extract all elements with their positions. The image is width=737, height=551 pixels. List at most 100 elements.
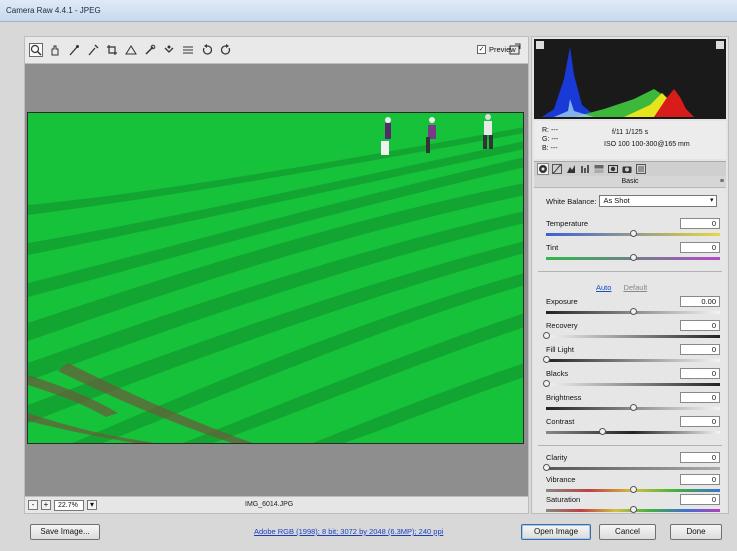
slider-value[interactable]: 0 [680, 368, 720, 379]
zoom-in-button[interactable]: + [41, 500, 51, 510]
straighten-icon[interactable] [124, 43, 138, 57]
window-title: Camera Raw 4.4.1 - JPEG [6, 6, 101, 15]
white-balance-select[interactable]: As Shot ▾ [599, 195, 718, 207]
white-balance-row: White Balance: As Shot ▾ [546, 195, 718, 207]
slider-label: Blacks [546, 369, 569, 378]
detail-tab-icon[interactable] [566, 164, 576, 174]
slider-thumb[interactable] [543, 332, 550, 339]
tone-curve-tab-icon[interactable] [552, 164, 562, 174]
slider-thumb[interactable] [630, 230, 637, 237]
crop-icon[interactable] [105, 43, 119, 57]
white-balance-value: As Shot [603, 196, 630, 205]
rotate-ccw-icon[interactable] [200, 43, 214, 57]
exposure-slider[interactable]: Exposure 0.00 [546, 296, 720, 319]
slider-value[interactable]: 0 [680, 474, 720, 485]
zoom-icon[interactable] [29, 43, 43, 57]
slider-label: Temperature [546, 219, 589, 228]
zoom-dropdown-icon[interactable]: ▾ [87, 500, 97, 510]
slider-label: Brightness [546, 393, 582, 402]
slider-thumb[interactable] [543, 380, 550, 387]
photo-preview[interactable] [27, 112, 524, 444]
lens-corrections-tab-icon[interactable] [608, 164, 618, 174]
slider-value[interactable]: 0 [680, 242, 720, 253]
slider-thumb[interactable] [543, 464, 550, 471]
window-title-bar: Camera Raw 4.4.1 - JPEG [0, 0, 737, 22]
open-image-button[interactable]: Open Image [521, 524, 591, 540]
tint-slider[interactable]: Tint 0 [546, 242, 720, 265]
temperature-slider[interactable]: Temperature 0 [546, 218, 720, 241]
slider-value[interactable]: 0 [680, 392, 720, 403]
clarity-slider[interactable]: Clarity 0 [543, 452, 720, 475]
slider-thumb[interactable] [630, 486, 637, 493]
slider-thumb[interactable] [598, 428, 606, 435]
slider-track[interactable] [546, 431, 720, 434]
slider-thumb[interactable] [630, 254, 637, 261]
panel-tabs [534, 161, 726, 176]
slider-thumb[interactable] [630, 506, 637, 513]
slider-value[interactable]: 0 [680, 344, 720, 355]
preview-checkbox[interactable]: ✓ [477, 45, 486, 54]
save-image-button[interactable]: Save Image... [30, 524, 100, 540]
section-divider [538, 271, 722, 272]
split-toning-tab-icon[interactable] [594, 164, 604, 174]
white-balance-icon[interactable] [67, 43, 81, 57]
hsl-tab-icon[interactable] [580, 164, 590, 174]
workflow-options-link[interactable]: Adobe RGB (1998); 8 bit; 3072 by 2048 (6… [254, 527, 443, 536]
readout-b: B: --- [542, 145, 558, 152]
slider-track[interactable] [546, 359, 720, 362]
panel-menu-icon[interactable]: ≡ [720, 178, 724, 186]
zoom-level-field[interactable]: 22.7% [54, 499, 84, 511]
section-title: Basic ≡ [534, 176, 726, 188]
recovery-slider[interactable]: Recovery 0 [543, 320, 720, 343]
slider-thumb[interactable] [630, 404, 637, 411]
cancel-button[interactable]: Cancel [599, 524, 656, 540]
slider-thumb[interactable] [543, 356, 550, 363]
slider-label: Vibrance [546, 475, 576, 484]
zoom-status-bar: - + 22.7% ▾ IMG_6014.JPG [24, 496, 529, 514]
slider-value[interactable]: 0 [680, 416, 720, 427]
red-eye-icon[interactable] [162, 43, 176, 57]
brightness-slider[interactable]: Brightness 0 [546, 392, 720, 415]
histogram [534, 39, 726, 119]
retouch-icon[interactable] [143, 43, 157, 57]
slider-label: Recovery [546, 321, 578, 330]
slider-label: Tint [546, 243, 559, 252]
slider-track[interactable] [546, 383, 720, 386]
slider-value[interactable]: 0.00 [680, 296, 720, 307]
presets-tab-icon[interactable] [636, 164, 646, 174]
color-sampler-icon[interactable] [86, 43, 100, 57]
section-divider [538, 445, 722, 446]
fullscreen-icon[interactable] [508, 43, 522, 57]
basic-panel: White Balance: As Shot ▾ Temperature 0 T… [534, 189, 726, 513]
image-canvas [24, 64, 529, 496]
shadow-clipping-button[interactable] [536, 41, 544, 49]
slider-value[interactable]: 0 [680, 320, 720, 331]
default-link[interactable]: Default [623, 283, 647, 292]
basic-tab-icon[interactable] [537, 163, 549, 175]
slider-value[interactable]: 0 [680, 218, 720, 229]
preferences-icon[interactable] [181, 43, 195, 57]
saturation-slider[interactable]: Saturation 0 [546, 494, 720, 517]
contrast-slider[interactable]: Contrast 0 [546, 416, 720, 439]
slider-label: Exposure [546, 297, 578, 306]
done-button[interactable]: Done [670, 524, 722, 540]
slider-label: Fill Light [546, 345, 574, 354]
zoom-out-button[interactable]: - [28, 500, 38, 510]
fill-light-slider[interactable]: Fill Light 0 [543, 344, 720, 367]
white-balance-label: White Balance: [546, 196, 597, 206]
highlight-clipping-button[interactable] [716, 41, 724, 49]
toolbar: ✓ Preview [24, 36, 529, 64]
camera-calibration-tab-icon[interactable] [622, 164, 632, 174]
auto-link[interactable]: Auto [596, 283, 611, 292]
slider-value[interactable]: 0 [680, 452, 720, 463]
blacks-slider[interactable]: Blacks 0 [543, 368, 720, 391]
slider-track[interactable] [546, 335, 720, 338]
slider-value[interactable]: 0 [680, 494, 720, 505]
slider-track[interactable] [546, 467, 720, 470]
rotate-cw-icon[interactable] [219, 43, 233, 57]
exif-aperture-shutter: f/11 1/125 s [612, 129, 649, 136]
hand-icon[interactable] [48, 43, 62, 57]
readout-g: G: --- [542, 136, 559, 143]
adjustments-panel: R: --- G: --- B: --- f/11 1/125 s ISO 10… [531, 36, 729, 514]
slider-thumb[interactable] [630, 308, 637, 315]
